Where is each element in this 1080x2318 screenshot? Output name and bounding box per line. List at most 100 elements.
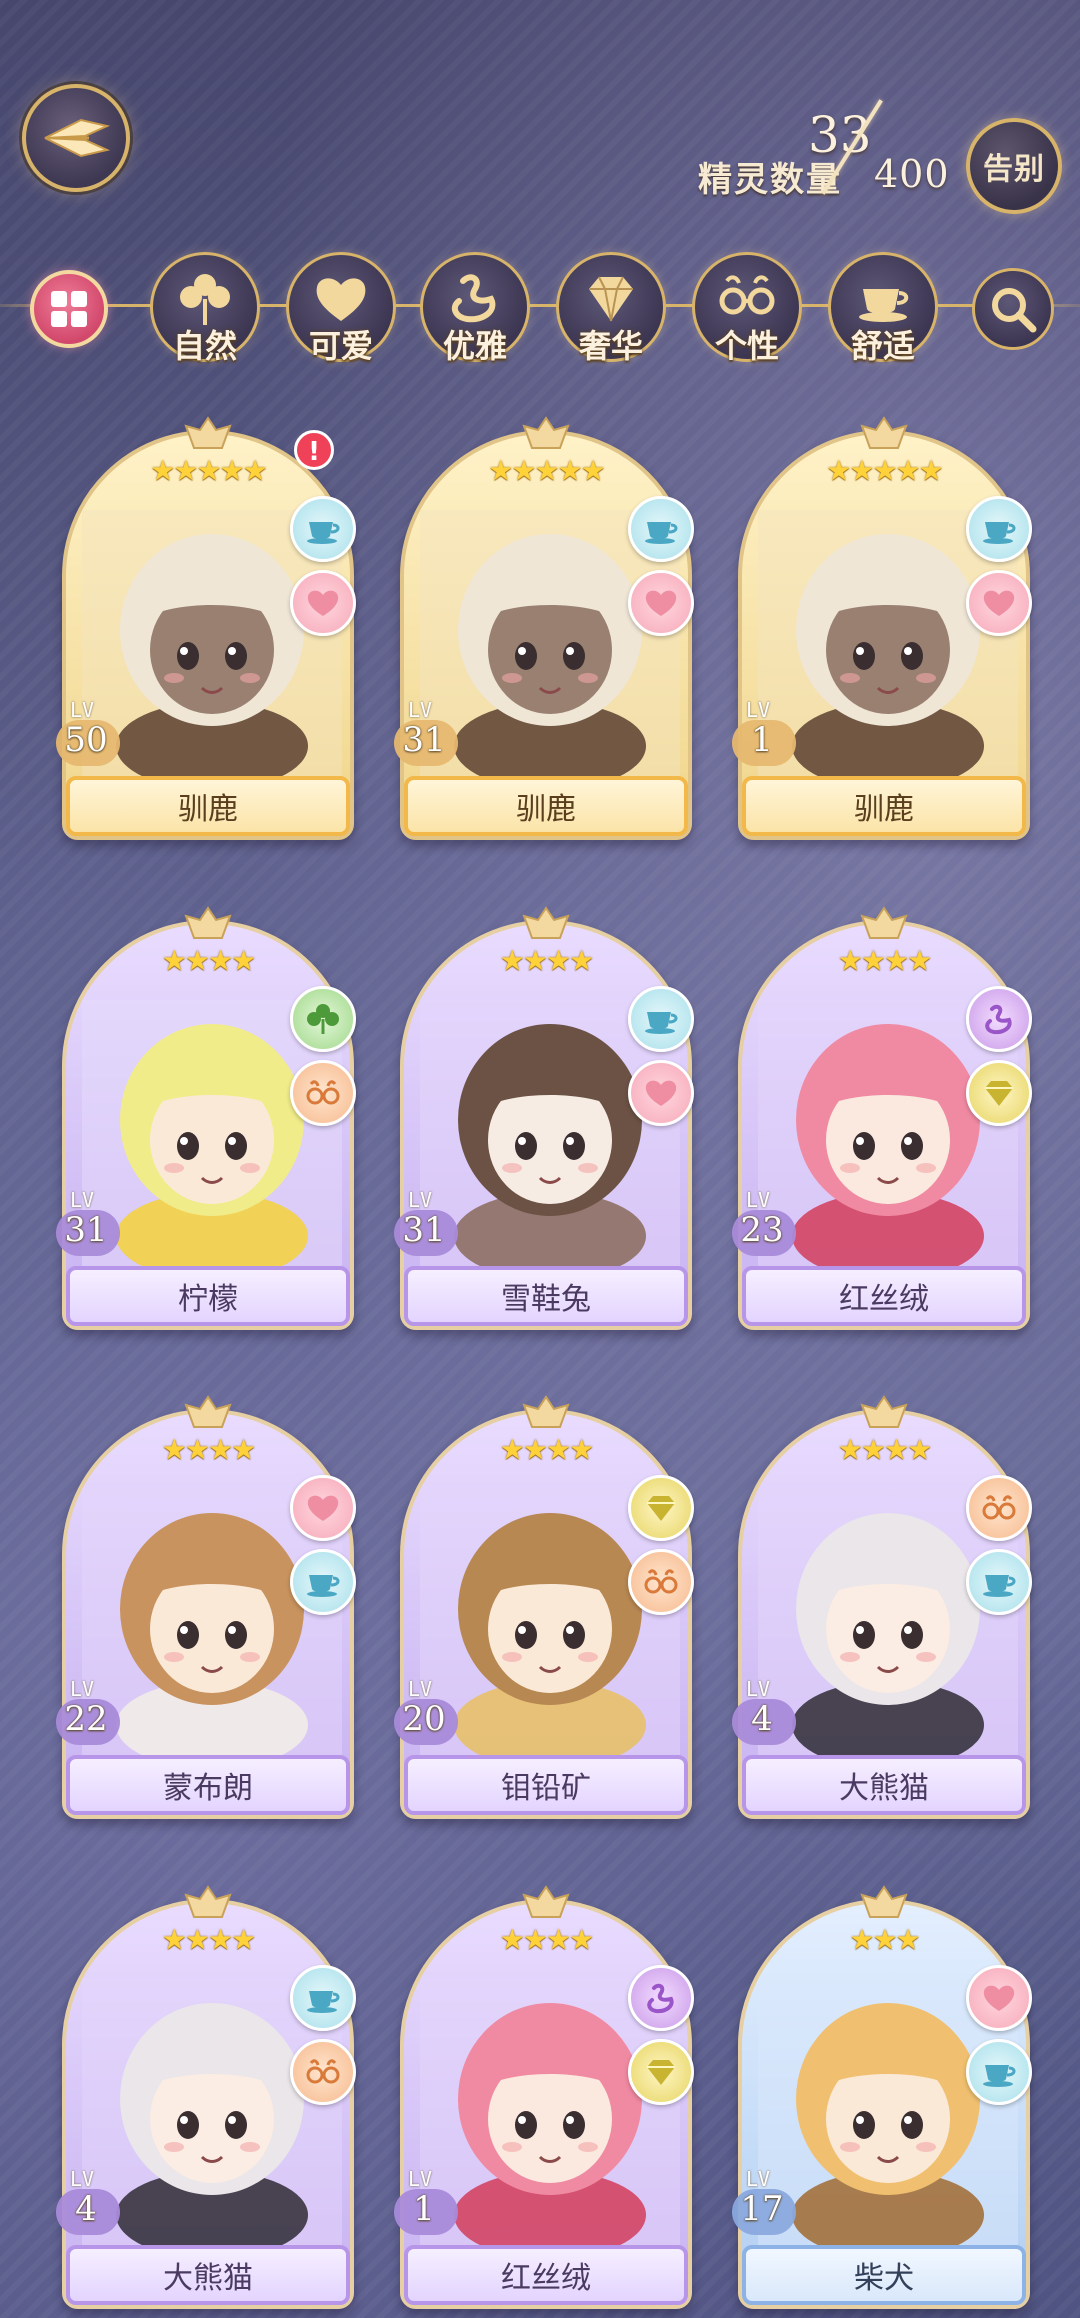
level-prefix: LV: [408, 1188, 433, 1212]
personality-tag-icon: [290, 2039, 356, 2105]
level-prefix: LV: [70, 698, 95, 722]
glasses-icon: [719, 275, 775, 315]
spirit-card[interactable]: ★★★★ LV 31 雪鞋兔: [394, 906, 694, 1330]
comfort-tag-icon: [966, 496, 1032, 562]
spirit-count-max: 400: [874, 152, 950, 196]
spirit-card[interactable]: ★★★★ LV 4 大熊猫: [732, 1395, 1032, 1819]
spirit-card[interactable]: ★★★★ LV 4 大熊猫: [56, 1885, 356, 2309]
spirit-name: 柴犬: [742, 2245, 1026, 2305]
rarity-stars: ★★★★: [837, 944, 932, 977]
comfort-tag-icon: [966, 2039, 1032, 2105]
gift-grid-icon: [51, 291, 87, 327]
filter-label: 个性: [714, 327, 779, 365]
spirit-collection-screen: 精灵数量 33 400 告别 自然 可爱 优雅 奢华 个性 舒适 ★★★★★ !…: [0, 0, 1080, 2318]
wing-back-icon: [44, 118, 111, 158]
level-prefix: LV: [70, 1188, 95, 1212]
farewell-label: 告别: [983, 152, 1045, 187]
rarity-stars: ★★★★: [499, 944, 594, 977]
crown-ornament-icon: [860, 906, 908, 939]
heart-icon: [316, 278, 366, 321]
filter-comfort[interactable]: 舒适: [828, 252, 938, 365]
level-value: 4: [75, 2189, 97, 2229]
spirit-card[interactable]: ★★★★ LV 22 蒙布朗: [56, 1395, 356, 1819]
cute-tag-icon: [290, 570, 356, 636]
level-prefix: LV: [746, 698, 771, 722]
spirit-name: 大熊猫: [66, 2245, 350, 2305]
spirit-card[interactable]: ★★★ LV 17 柴犬: [732, 1885, 1032, 2309]
filter-label: 优雅: [442, 327, 507, 365]
clover-icon: [180, 274, 230, 325]
spirit-count-current: 33: [808, 106, 872, 164]
crown-ornament-icon: [184, 1885, 232, 1918]
filter-elegant[interactable]: 优雅: [420, 252, 530, 365]
spirit-name: 红丝绒: [742, 1266, 1026, 1326]
level-value: 4: [751, 1699, 773, 1739]
level-prefix: LV: [408, 2167, 433, 2191]
rarity-stars: ★★★★★: [826, 454, 944, 487]
crown-ornament-icon: [184, 416, 232, 449]
personality-tag-icon: [290, 1060, 356, 1126]
crown-ornament-icon: [522, 416, 570, 449]
spirit-name: 驯鹿: [742, 776, 1026, 836]
level-value: 23: [740, 1210, 784, 1250]
personality-tag-icon: [966, 1475, 1032, 1541]
filter-cute[interactable]: 可爱: [286, 252, 396, 365]
level-badge: LV 50: [56, 698, 136, 772]
level-prefix: LV: [746, 2167, 771, 2191]
spirit-card[interactable]: ★★★★ LV 20 钼铅矿: [394, 1395, 694, 1819]
crown-ornament-icon: [184, 1395, 232, 1428]
back-button[interactable]: [22, 84, 130, 192]
level-badge: LV 31: [56, 1188, 136, 1262]
level-prefix: LV: [746, 1677, 771, 1701]
level-prefix: LV: [70, 1677, 95, 1701]
luxury-tag-icon: [628, 1475, 694, 1541]
spirit-card[interactable]: ★★★★ LV 31 柠檬: [56, 906, 356, 1330]
comfort-tag-icon: [628, 986, 694, 1052]
level-badge: LV 31: [394, 1188, 474, 1262]
level-value: 31: [402, 1210, 446, 1250]
rarity-stars: ★★★★: [499, 1433, 594, 1466]
level-badge: LV 20: [394, 1677, 474, 1751]
rarity-stars: ★★★★: [499, 1923, 594, 1956]
level-prefix: LV: [408, 1677, 433, 1701]
level-badge: LV 23: [732, 1188, 812, 1262]
filter-label: 自然: [172, 327, 237, 365]
level-prefix: LV: [408, 698, 433, 722]
spirit-card[interactable]: ★★★★ LV 1 红丝绒: [394, 1885, 694, 2309]
spirit-card[interactable]: ★★★★ LV 23 红丝绒: [732, 906, 1032, 1330]
cute-tag-icon: [966, 1965, 1032, 2031]
filter-luxury[interactable]: 奢华: [556, 252, 666, 365]
comfort-tag-icon: [290, 1549, 356, 1615]
teacup-icon: [859, 289, 909, 322]
spirit-name: 大熊猫: [742, 1755, 1026, 1815]
rarity-stars: ★★★★★: [488, 454, 606, 487]
comfort-tag-icon: [628, 496, 694, 562]
personality-tag-icon: [628, 1549, 694, 1615]
spirit-card[interactable]: ★★★★★! LV 50 驯鹿: [56, 416, 356, 840]
level-value: 50: [64, 720, 108, 760]
filter-nature[interactable]: 自然: [150, 252, 260, 365]
comfort-tag-icon: [290, 1965, 356, 2031]
crown-ornament-icon: [522, 1395, 570, 1428]
level-badge: LV 31: [394, 698, 474, 772]
level-prefix: LV: [70, 2167, 95, 2191]
level-badge: LV 1: [394, 2167, 474, 2241]
search-button[interactable]: [972, 268, 1054, 350]
farewell-button[interactable]: 告别: [966, 118, 1062, 214]
rarity-stars: ★★★★: [161, 1923, 256, 1956]
comfort-tag-icon: [966, 1549, 1032, 1615]
swan-icon: [451, 274, 496, 323]
level-value: 1: [413, 2189, 435, 2229]
spirit-name: 柠檬: [66, 1266, 350, 1326]
spirit-name: 钼铅矿: [404, 1755, 688, 1815]
spirit-name: 驯鹿: [66, 776, 350, 836]
spirit-card[interactable]: ★★★★★ LV 31 驯鹿: [394, 416, 694, 840]
filter-all-button[interactable]: [30, 270, 108, 348]
spirit-card[interactable]: ★★★★★ LV 1 驯鹿: [732, 416, 1032, 840]
alert-badge: !: [294, 430, 334, 470]
crown-ornament-icon: [184, 906, 232, 939]
filter-label: 舒适: [850, 327, 915, 365]
spirit-count: 精灵数量 33 400: [690, 99, 960, 200]
filter-personality[interactable]: 个性: [692, 252, 802, 365]
nature-tag-icon: [290, 986, 356, 1052]
